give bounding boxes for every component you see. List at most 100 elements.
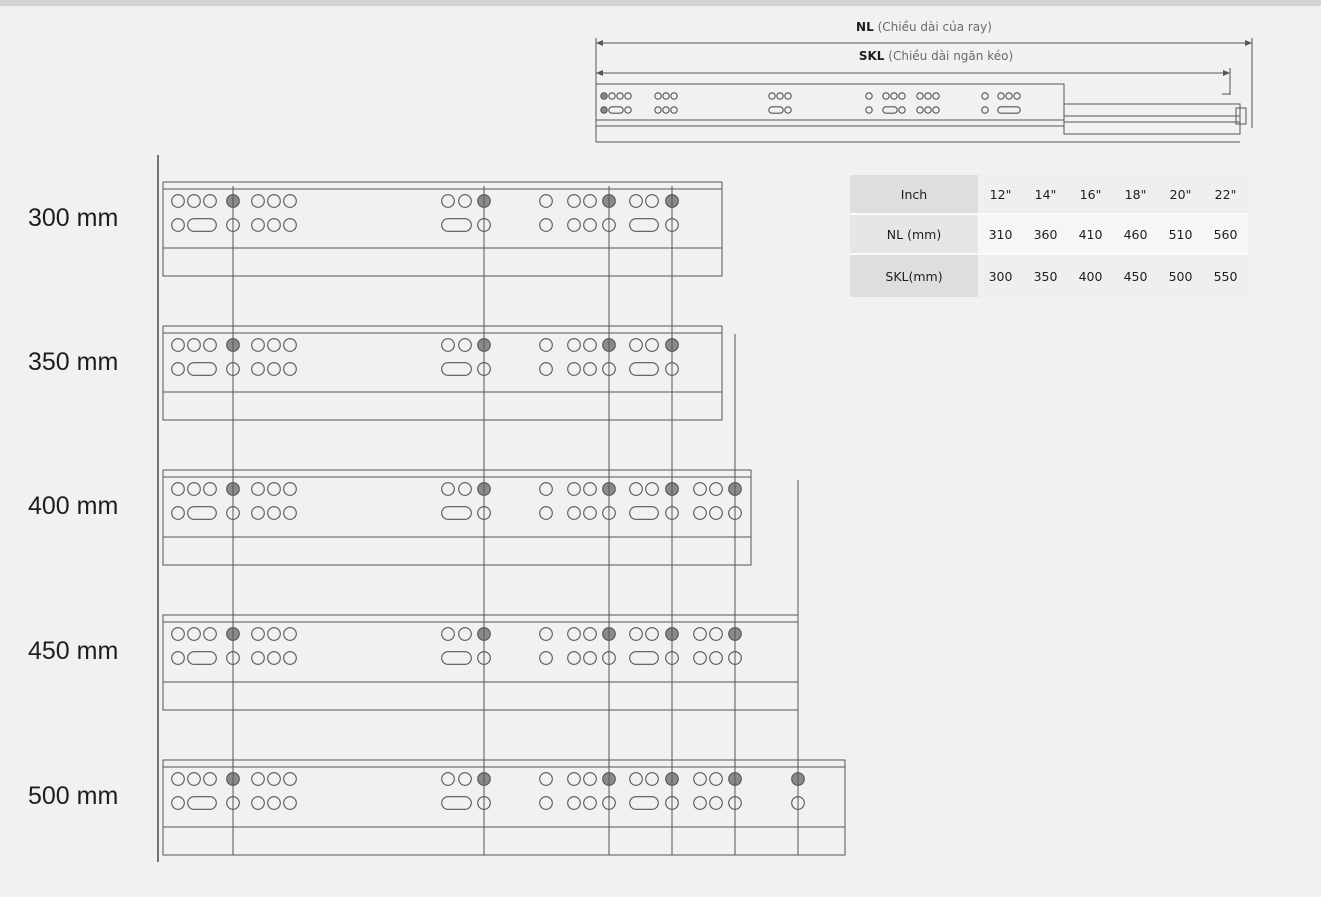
skl-code: SKL bbox=[858, 49, 885, 63]
hole bbox=[898, 92, 906, 100]
hole bbox=[624, 106, 632, 114]
hole-filled bbox=[600, 92, 608, 100]
hole bbox=[567, 772, 581, 786]
hole bbox=[624, 92, 632, 100]
hole bbox=[693, 772, 707, 786]
hole bbox=[187, 194, 201, 208]
rails-drawing bbox=[157, 38, 1253, 862]
hole bbox=[693, 506, 707, 520]
hole bbox=[539, 506, 553, 520]
table-cell: 460 bbox=[1113, 213, 1158, 254]
hole bbox=[567, 218, 581, 232]
arrowhead bbox=[596, 70, 603, 76]
hole bbox=[251, 482, 265, 496]
hole bbox=[645, 627, 659, 641]
slot-hole bbox=[187, 506, 217, 520]
hole bbox=[608, 92, 616, 100]
hole bbox=[187, 482, 201, 496]
hole bbox=[693, 651, 707, 665]
hole bbox=[693, 796, 707, 810]
hole bbox=[441, 482, 455, 496]
hole bbox=[283, 772, 297, 786]
rail-profile bbox=[162, 181, 723, 277]
nl-code: NL bbox=[856, 20, 874, 34]
hole bbox=[283, 796, 297, 810]
hole bbox=[267, 338, 281, 352]
hole bbox=[251, 362, 265, 376]
rail-size-label: 400 mm bbox=[28, 492, 119, 520]
hole bbox=[932, 92, 940, 100]
slot-hole bbox=[768, 106, 784, 114]
hole bbox=[709, 796, 723, 810]
hole bbox=[890, 92, 898, 100]
hole bbox=[539, 218, 553, 232]
table-cell: 510 bbox=[1158, 213, 1203, 254]
hole bbox=[583, 218, 597, 232]
table-cell: 16" bbox=[1068, 175, 1113, 214]
slot-hole bbox=[629, 796, 659, 810]
table-cell: 400 bbox=[1068, 253, 1113, 297]
table-cell: 350 bbox=[1023, 253, 1068, 297]
skl-note: (Chiều dài ngăn kéo) bbox=[888, 49, 1014, 63]
hole bbox=[1005, 92, 1013, 100]
rail-size-label: 350 mm bbox=[28, 348, 119, 376]
hole bbox=[583, 772, 597, 786]
hole bbox=[583, 796, 597, 810]
hole bbox=[629, 338, 643, 352]
hole bbox=[203, 482, 217, 496]
hole bbox=[267, 194, 281, 208]
hole bbox=[583, 362, 597, 376]
slot-hole bbox=[187, 362, 217, 376]
hole bbox=[784, 92, 792, 100]
rail-profile bbox=[162, 469, 752, 566]
hole bbox=[709, 772, 723, 786]
hole bbox=[654, 106, 662, 114]
slot-hole bbox=[187, 796, 217, 810]
hole bbox=[283, 194, 297, 208]
hole bbox=[283, 482, 297, 496]
hole bbox=[441, 194, 455, 208]
hole bbox=[882, 92, 890, 100]
slot-hole bbox=[882, 106, 898, 114]
hole bbox=[898, 106, 906, 114]
slot-hole bbox=[629, 506, 659, 520]
hole bbox=[171, 627, 185, 641]
hole bbox=[539, 651, 553, 665]
hole bbox=[645, 194, 659, 208]
hole bbox=[924, 92, 932, 100]
hole bbox=[171, 506, 185, 520]
hole bbox=[187, 772, 201, 786]
hole bbox=[654, 92, 662, 100]
hole bbox=[539, 772, 553, 786]
hole bbox=[171, 338, 185, 352]
hole bbox=[458, 482, 472, 496]
hole bbox=[458, 772, 472, 786]
hole bbox=[441, 338, 455, 352]
hole bbox=[981, 92, 989, 100]
hole bbox=[539, 482, 553, 496]
hole bbox=[784, 106, 792, 114]
slot-hole bbox=[441, 362, 472, 376]
hole bbox=[629, 482, 643, 496]
arrowhead bbox=[596, 40, 603, 46]
hole bbox=[203, 338, 217, 352]
slot-hole bbox=[608, 106, 624, 114]
rail-size-label: 450 mm bbox=[28, 637, 119, 665]
slot-hole bbox=[997, 106, 1021, 114]
arrowhead bbox=[1223, 70, 1230, 76]
hole bbox=[441, 772, 455, 786]
overview-slide-outline bbox=[1063, 103, 1241, 135]
hole bbox=[567, 651, 581, 665]
slot-hole bbox=[629, 218, 659, 232]
hole bbox=[251, 506, 265, 520]
table-cell: 14" bbox=[1023, 175, 1068, 214]
hole bbox=[693, 627, 707, 641]
slot-hole bbox=[187, 218, 217, 232]
hole bbox=[458, 338, 472, 352]
hole bbox=[629, 772, 643, 786]
hole bbox=[567, 338, 581, 352]
hole bbox=[583, 194, 597, 208]
hole bbox=[981, 106, 989, 114]
hole bbox=[251, 218, 265, 232]
hole bbox=[539, 627, 553, 641]
